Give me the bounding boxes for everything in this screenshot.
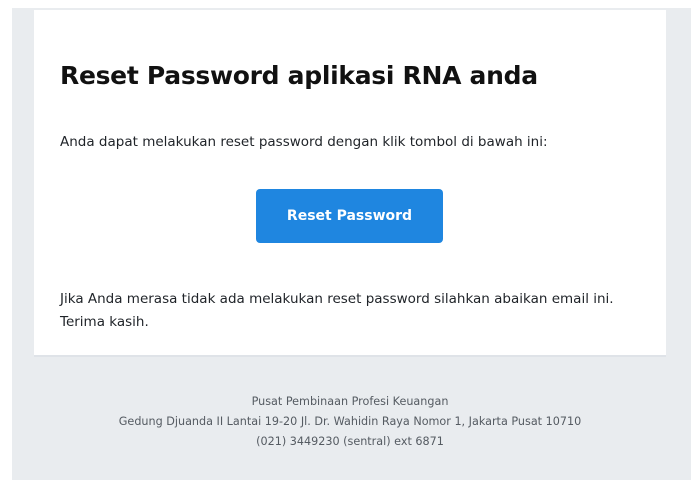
closing-line: Terima kasih.	[60, 314, 149, 330]
email-card: Reset Password aplikasi RNA anda Anda da…	[34, 10, 666, 357]
email-footer: Pusat Pembinaan Profesi Keuangan Gedung …	[34, 392, 666, 452]
reset-password-button[interactable]: Reset Password	[256, 189, 443, 243]
footer-org: Pusat Pembinaan Profesi Keuangan	[251, 395, 449, 408]
footer-phone: (021) 3449230 (sentral) ext 6871	[256, 435, 444, 448]
note-text: Jika Anda merasa tidak ada melakukan res…	[60, 288, 660, 334]
email-title: Reset Password aplikasi RNA anda	[60, 61, 538, 90]
intro-text: Anda dapat melakukan reset password deng…	[60, 134, 548, 150]
footer-address: Gedung Djuanda II Lantai 19-20 Jl. Dr. W…	[118, 415, 582, 428]
note-line: Jika Anda merasa tidak ada melakukan res…	[60, 291, 614, 307]
